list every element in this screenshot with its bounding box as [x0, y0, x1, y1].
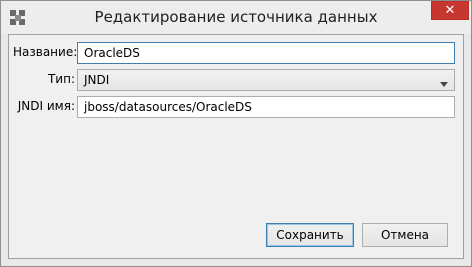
type-select-value: JNDI [84, 73, 110, 87]
type-label: Тип: [47, 72, 75, 86]
close-button[interactable]: ✕ [431, 1, 469, 20]
save-button[interactable]: Сохранить [266, 223, 354, 247]
cancel-button[interactable]: Отмена [362, 223, 448, 247]
jndi-field[interactable]: jboss/datasources/OracleDS [77, 96, 455, 118]
title-bar[interactable]: Редактирование источника данных ✕ [1, 1, 471, 34]
jndi-label: JNDI имя: [17, 99, 75, 113]
chevron-down-icon [440, 77, 448, 87]
name-label: Название: [13, 45, 78, 59]
close-icon: ✕ [444, 3, 456, 18]
window-title: Редактирование источника данных [94, 8, 378, 26]
dialog-window: Редактирование источника данных ✕ Назван… [0, 0, 472, 267]
name-field[interactable]: OracleDS [77, 42, 455, 64]
dialog-content: Название: OracleDS Тип: JNDI JNDI имя: j… [8, 34, 464, 259]
type-select[interactable]: JNDI [77, 69, 455, 91]
